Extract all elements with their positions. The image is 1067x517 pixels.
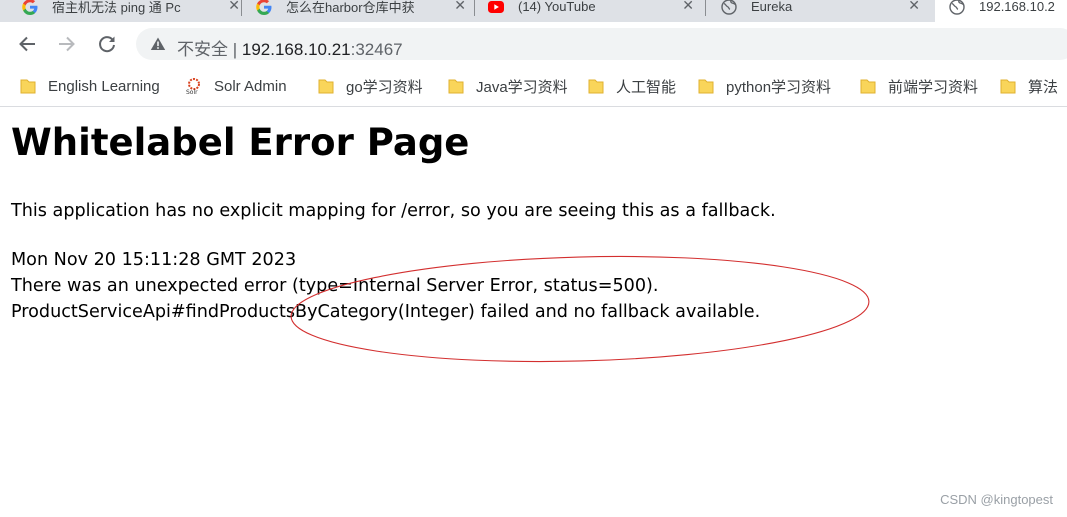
- bookmark-label: Solr Admin: [214, 77, 287, 95]
- forward-arrow-icon[interactable]: [56, 33, 78, 55]
- page-title: Whitelabel Error Page: [11, 121, 470, 164]
- error-detail-message: ProductServiceApi#findProductsByCategory…: [11, 302, 761, 322]
- tab-ping[interactable]: 宿主机无法 ping 通 Pc ✕: [22, 0, 240, 22]
- tab-youtube[interactable]: (14) YouTube ✕: [488, 0, 694, 22]
- bookmark-java[interactable]: Java学习资料: [448, 76, 568, 96]
- bookmark-english-learning[interactable]: English Learning: [20, 76, 160, 96]
- bookmark-ai[interactable]: 人工智能: [588, 76, 676, 96]
- bookmark-go[interactable]: go学习资料: [318, 76, 423, 96]
- folder-icon: [448, 79, 464, 94]
- warning-triangle-icon[interactable]: [150, 36, 166, 52]
- folder-icon: [20, 79, 36, 94]
- tab-title: Eureka: [751, 0, 793, 14]
- folder-icon: [860, 79, 876, 94]
- back-arrow-icon[interactable]: [16, 33, 38, 55]
- error-details: Mon Nov 20 15:11:28 GMT 2023 There was a…: [11, 247, 760, 325]
- url-host: 192.168.10.21: [241, 40, 351, 59]
- tab-title: 192.168.10.2: [979, 0, 1055, 14]
- google-g-icon: [256, 0, 272, 15]
- tab-title: (14) YouTube: [518, 0, 596, 14]
- bookmark-label: 人工智能: [616, 78, 677, 96]
- globe-icon: [721, 0, 737, 15]
- close-icon[interactable]: ✕: [228, 0, 240, 14]
- page-content: Whitelabel Error Page This application h…: [0, 107, 1067, 517]
- close-icon[interactable]: ✕: [454, 0, 466, 14]
- url-text[interactable]: 不安全 | 192.168.10.21:32467: [177, 35, 403, 60]
- google-g-icon: [22, 0, 38, 15]
- fallback-message: This application has no explicit mapping…: [11, 201, 776, 221]
- bookmark-label: 前端学习资料: [888, 78, 979, 96]
- browser-toolbar: 不安全 | 192.168.10.21:32467: [0, 22, 1067, 67]
- bookmark-label: English Learning: [48, 77, 160, 95]
- tab-title: 怎么在harbor仓库中获: [286, 0, 415, 15]
- folder-icon: [318, 79, 334, 94]
- tab-harbor[interactable]: 怎么在harbor仓库中获 ✕: [256, 0, 466, 22]
- close-icon[interactable]: ✕: [682, 0, 694, 14]
- address-bar[interactable]: 不安全 | 192.168.10.21:32467: [136, 28, 1067, 60]
- youtube-icon: [488, 0, 504, 13]
- bookmark-label: python学习资料: [726, 78, 832, 96]
- folder-icon: [588, 79, 604, 94]
- bookmark-frontend[interactable]: 前端学习资料: [860, 76, 978, 96]
- folder-icon: [1000, 79, 1016, 94]
- close-icon[interactable]: ✕: [908, 0, 920, 14]
- bookmark-solr-admin[interactable]: Solr Solr Admin: [186, 76, 287, 96]
- url-port: :32467: [350, 40, 403, 59]
- tab-eureka[interactable]: Eureka ✕: [721, 0, 920, 22]
- error-type-status: There was an unexpected error (type=Inte…: [11, 276, 659, 296]
- csdn-watermark: CSDN @kingtopest: [940, 492, 1053, 507]
- bookmark-label: Java学习资料: [476, 78, 568, 96]
- bookmark-algorithms[interactable]: 算法: [1000, 76, 1058, 96]
- url-separator: |: [232, 40, 238, 59]
- not-secure-label: 不安全: [177, 40, 228, 59]
- bookmark-label: go学习资料: [346, 78, 423, 96]
- tab-active-localhost[interactable]: 192.168.10.2: [935, 0, 1067, 22]
- tab-strip: 宿主机无法 ping 通 Pc ✕ 怎么在harbor仓库中获 ✕ (14) Y…: [0, 0, 1067, 22]
- globe-icon: [949, 0, 965, 15]
- folder-icon: [698, 79, 714, 94]
- bookmark-label: 算法: [1028, 78, 1059, 96]
- tab-title: 宿主机无法 ping 通 Pc: [52, 0, 181, 15]
- svg-text:Solr: Solr: [186, 89, 198, 95]
- solr-icon: Solr: [186, 78, 200, 95]
- bookmarks-bar: English Learning Solr Solr Admin go学习资料 …: [0, 67, 1067, 107]
- bookmark-python[interactable]: python学习资料: [698, 76, 831, 96]
- error-timestamp: Mon Nov 20 15:11:28 GMT 2023: [11, 250, 297, 270]
- reload-icon[interactable]: [96, 33, 118, 55]
